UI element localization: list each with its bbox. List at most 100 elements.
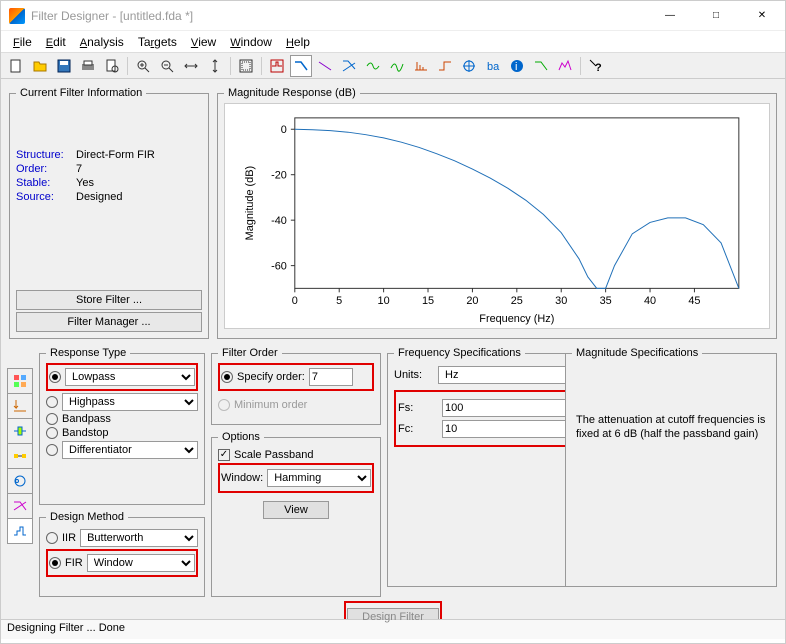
coefficients-icon[interactable]: ba — [482, 55, 504, 77]
window-title: Filter Designer - [untitled.fda *] — [31, 9, 193, 23]
svg-text:0: 0 — [281, 124, 287, 136]
roundoff-icon[interactable] — [554, 55, 576, 77]
specify-order-radio[interactable] — [221, 371, 233, 383]
highpass-select[interactable]: Highpass — [62, 393, 198, 411]
lowpass-radio[interactable] — [49, 371, 61, 383]
svg-text:-20: -20 — [271, 170, 287, 182]
view-button[interactable]: View — [263, 501, 329, 519]
svg-text:35: 35 — [600, 295, 612, 307]
zoom-y-icon[interactable] — [204, 55, 226, 77]
sidebar-design-icon[interactable] — [7, 368, 33, 394]
magnitude-spec-panel: Magnitude Specifications The attenuation… — [565, 347, 777, 587]
print-preview-icon[interactable] — [101, 55, 123, 77]
sidebar-import-icon[interactable] — [7, 393, 33, 419]
menu-view[interactable]: View — [191, 35, 216, 49]
sidebar — [7, 345, 35, 599]
order-value: 7 — [76, 163, 202, 175]
minimize-button[interactable]: — — [647, 1, 693, 31]
full-view-icon[interactable] — [235, 55, 257, 77]
menu-analysis[interactable]: Analysis — [80, 35, 124, 49]
units-label: Units: — [394, 369, 434, 381]
design-method-legend: Design Method — [46, 511, 128, 523]
sidebar-polezero-icon[interactable] — [7, 468, 33, 494]
order-label: Order: — [16, 163, 76, 175]
menu-edit[interactable]: Edit — [46, 35, 66, 49]
structure-value: Direct-Form FIR — [76, 149, 202, 161]
maximize-button[interactable]: □ — [693, 1, 739, 31]
sidebar-quantize-icon[interactable] — [7, 518, 33, 544]
filter-manager-button[interactable]: Filter Manager ... — [16, 312, 202, 332]
print-icon[interactable] — [77, 55, 99, 77]
svg-text:40: 40 — [644, 295, 656, 307]
polezero-icon[interactable] — [458, 55, 480, 77]
menu-help[interactable]: Help — [286, 35, 310, 49]
highpass-radio[interactable] — [46, 396, 58, 408]
filter-spec-icon[interactable] — [266, 55, 288, 77]
svg-text:0: 0 — [292, 295, 298, 307]
fir-select[interactable]: Window — [87, 554, 195, 572]
filter-info-legend: Current Filter Information — [16, 87, 146, 99]
differentiator-select[interactable]: Differentiator — [62, 441, 198, 459]
scale-passband-check[interactable] — [218, 449, 230, 461]
info-icon[interactable]: i — [506, 55, 528, 77]
context-help-icon[interactable]: ? — [585, 55, 607, 77]
magresp-legend: Magnitude Response (dB) — [224, 87, 360, 99]
titlebar: Filter Designer - [untitled.fda *] — □ ✕ — [1, 1, 785, 31]
svg-text:30: 30 — [555, 295, 567, 307]
options-legend: Options — [218, 431, 264, 443]
specify-order-input[interactable] — [309, 368, 353, 386]
scale-passband-label: Scale Passband — [234, 449, 314, 461]
magnitude-plot: 0510152025303540450-20-40-60Frequency (H… — [224, 103, 770, 329]
bandstop-radio[interactable] — [46, 427, 58, 439]
bandpass-radio[interactable] — [46, 413, 58, 425]
magphase-icon[interactable] — [338, 55, 360, 77]
sidebar-multirate-icon[interactable] — [7, 418, 33, 444]
stable-value: Yes — [76, 177, 202, 189]
impulse-resp-icon[interactable] — [410, 55, 432, 77]
group-delay-icon[interactable] — [362, 55, 384, 77]
store-filter-button[interactable]: Store Filter ... — [16, 290, 202, 310]
phase-delay-icon[interactable] — [386, 55, 408, 77]
svg-text:45: 45 — [688, 295, 700, 307]
lowpass-select[interactable]: Lowpass — [65, 368, 195, 386]
stable-label: Stable: — [16, 177, 76, 189]
new-icon[interactable] — [5, 55, 27, 77]
iir-select[interactable]: Butterworth — [80, 529, 198, 547]
svg-text:i: i — [515, 61, 517, 73]
zoom-in-icon[interactable] — [132, 55, 154, 77]
iir-radio[interactable] — [46, 532, 58, 544]
iir-label: IIR — [62, 532, 76, 544]
magspec-text: The attenuation at cutoff frequencies is… — [572, 413, 770, 442]
toolbar: ba i ? — [1, 53, 785, 79]
sidebar-transform-icon[interactable] — [7, 493, 33, 519]
svg-text:5: 5 — [336, 295, 342, 307]
freqspec-legend: Frequency Specifications — [394, 347, 525, 359]
magspec-legend: Magnitude Specifications — [572, 347, 702, 359]
zoom-out-icon[interactable] — [156, 55, 178, 77]
fc-label: Fc: — [398, 423, 438, 435]
main-area: Current Filter Information Structure: Di… — [1, 79, 785, 619]
sidebar-realize-icon[interactable] — [7, 443, 33, 469]
svg-text:Magnitude (dB): Magnitude (dB) — [244, 166, 256, 240]
menu-window[interactable]: Window — [230, 35, 272, 49]
magest-icon[interactable] — [530, 55, 552, 77]
bandstop-label: Bandstop — [62, 427, 108, 439]
filter-order-legend: Filter Order — [218, 347, 282, 359]
svg-text:15: 15 — [422, 295, 434, 307]
window-select[interactable]: Hamming — [267, 469, 371, 487]
differentiator-radio[interactable] — [46, 444, 58, 456]
menu-targets[interactable]: Targets — [138, 35, 177, 49]
magnitude-resp-icon[interactable] — [290, 55, 312, 77]
open-icon[interactable] — [29, 55, 51, 77]
fir-radio[interactable] — [49, 557, 61, 569]
menu-file[interactable]: File — [13, 35, 32, 49]
phase-resp-icon[interactable] — [314, 55, 336, 77]
step-resp-icon[interactable] — [434, 55, 456, 77]
filter-order-panel: Filter Order Specify order: Minimum orde… — [211, 347, 381, 425]
svg-text:-40: -40 — [271, 215, 287, 227]
magnitude-response-panel: Magnitude Response (dB) 0510152025303540… — [217, 87, 777, 339]
close-button[interactable]: ✕ — [739, 1, 785, 31]
save-icon[interactable] — [53, 55, 75, 77]
svg-text:25: 25 — [511, 295, 523, 307]
zoom-x-icon[interactable] — [180, 55, 202, 77]
